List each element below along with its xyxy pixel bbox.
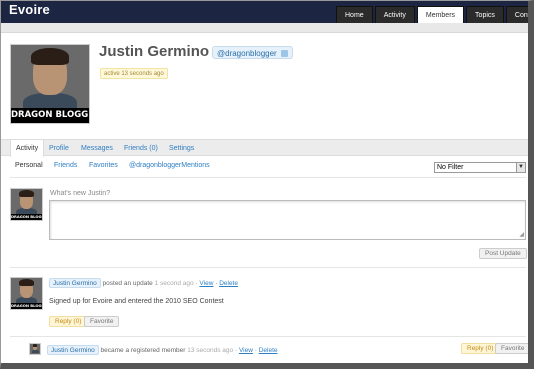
avatar-brand-text: DRAGON BLOGGER: [11, 303, 42, 309]
site-title[interactable]: Evoire: [9, 2, 50, 17]
activity-view-link[interactable]: View: [199, 280, 213, 287]
activity-delete-link[interactable]: Delete: [259, 347, 278, 354]
resize-grip-icon[interactable]: ◢: [519, 231, 524, 238]
header-subbar: [1, 23, 528, 33]
mention-icon: [280, 50, 288, 57]
activity-avatar[interactable]: DRAGON BLOGGER: [10, 277, 43, 310]
nav-tab-members[interactable]: Members: [416, 6, 465, 23]
post-update-button[interactable]: Post Update: [479, 248, 527, 259]
whats-new-textarea[interactable]: ◢: [49, 200, 526, 240]
tab-messages[interactable]: Messages: [81, 140, 113, 157]
divider: [10, 177, 526, 178]
activity-delete-link[interactable]: Delete: [219, 280, 238, 287]
activity-header: Justin Germino posted an update 1 second…: [49, 278, 238, 288]
activity-view-link[interactable]: View: [239, 347, 253, 354]
site-header: Evoire Home Activity Members Topics Cont…: [1, 1, 528, 23]
subtab-favorites[interactable]: Favorites: [89, 162, 118, 169]
subtab-personal[interactable]: Personal: [15, 162, 43, 169]
profile-avatar[interactable]: DRAGON BLOGGER: [10, 44, 90, 124]
tab-friends[interactable]: Friends (0): [124, 140, 158, 157]
handle-text: @dragonblogger: [217, 49, 277, 58]
activity-status-badge: active 13 seconds ago: [100, 68, 168, 79]
activity-content: Signed up for Evoire and entered the 201…: [49, 298, 224, 305]
nav-tab-activity[interactable]: Activity: [374, 6, 415, 23]
activity-action: became a registered member: [100, 347, 186, 354]
tab-activity[interactable]: Activity: [10, 139, 45, 157]
divider: [10, 267, 526, 268]
tab-profile[interactable]: Profile: [49, 140, 69, 157]
browser-frame: Evoire Home Activity Members Topics Cont…: [0, 0, 534, 369]
activity-time[interactable]: 1 second ago: [155, 280, 194, 287]
tab-settings[interactable]: Settings: [169, 140, 194, 157]
reply-button[interactable]: Reply (0): [49, 316, 88, 327]
avatar-brand-text: DRAGON BLOGGER: [11, 214, 42, 220]
divider: [10, 336, 526, 337]
activity-action: posted an update: [102, 280, 153, 287]
nav-tab-content[interactable]: Content P: [505, 6, 528, 23]
activity-header: Justin Germino became a registered membe…: [47, 345, 278, 355]
avatar-brand-text: DRAGON BLOGGER: [11, 108, 89, 123]
activity-user-link[interactable]: Justin Germino: [47, 345, 99, 355]
activity-filter-select[interactable]: No Filter ▼: [434, 162, 526, 173]
profile-name: Justin Germino: [99, 43, 210, 60]
favorite-button[interactable]: Favorite: [495, 343, 528, 354]
profile-handle[interactable]: @dragonblogger: [212, 46, 293, 59]
reply-button[interactable]: Reply (0): [461, 343, 500, 354]
chevron-down-icon: ▼: [516, 163, 525, 172]
activity-avatar-small[interactable]: [29, 343, 41, 355]
subtab-mentions[interactable]: @dragonbloggerMentions: [129, 162, 210, 169]
nav-tab-topics[interactable]: Topics: [466, 6, 504, 23]
favorite-button[interactable]: Favorite: [84, 316, 120, 327]
subtab-friends[interactable]: Friends: [54, 162, 77, 169]
filter-value: No Filter: [437, 164, 464, 171]
post-form-avatar[interactable]: DRAGON BLOGGER: [10, 188, 43, 221]
post-form-prompt: What's new Justin?: [50, 190, 111, 197]
nav-tab-home[interactable]: Home: [336, 6, 373, 23]
profile-tabs: Activity Profile Messages Friends (0) Se…: [1, 139, 528, 157]
activity-user-link[interactable]: Justin Germino: [49, 278, 101, 288]
activity-time[interactable]: 13 seconds ago: [187, 347, 233, 354]
main-nav: Home Activity Members Topics Content P: [336, 6, 528, 23]
